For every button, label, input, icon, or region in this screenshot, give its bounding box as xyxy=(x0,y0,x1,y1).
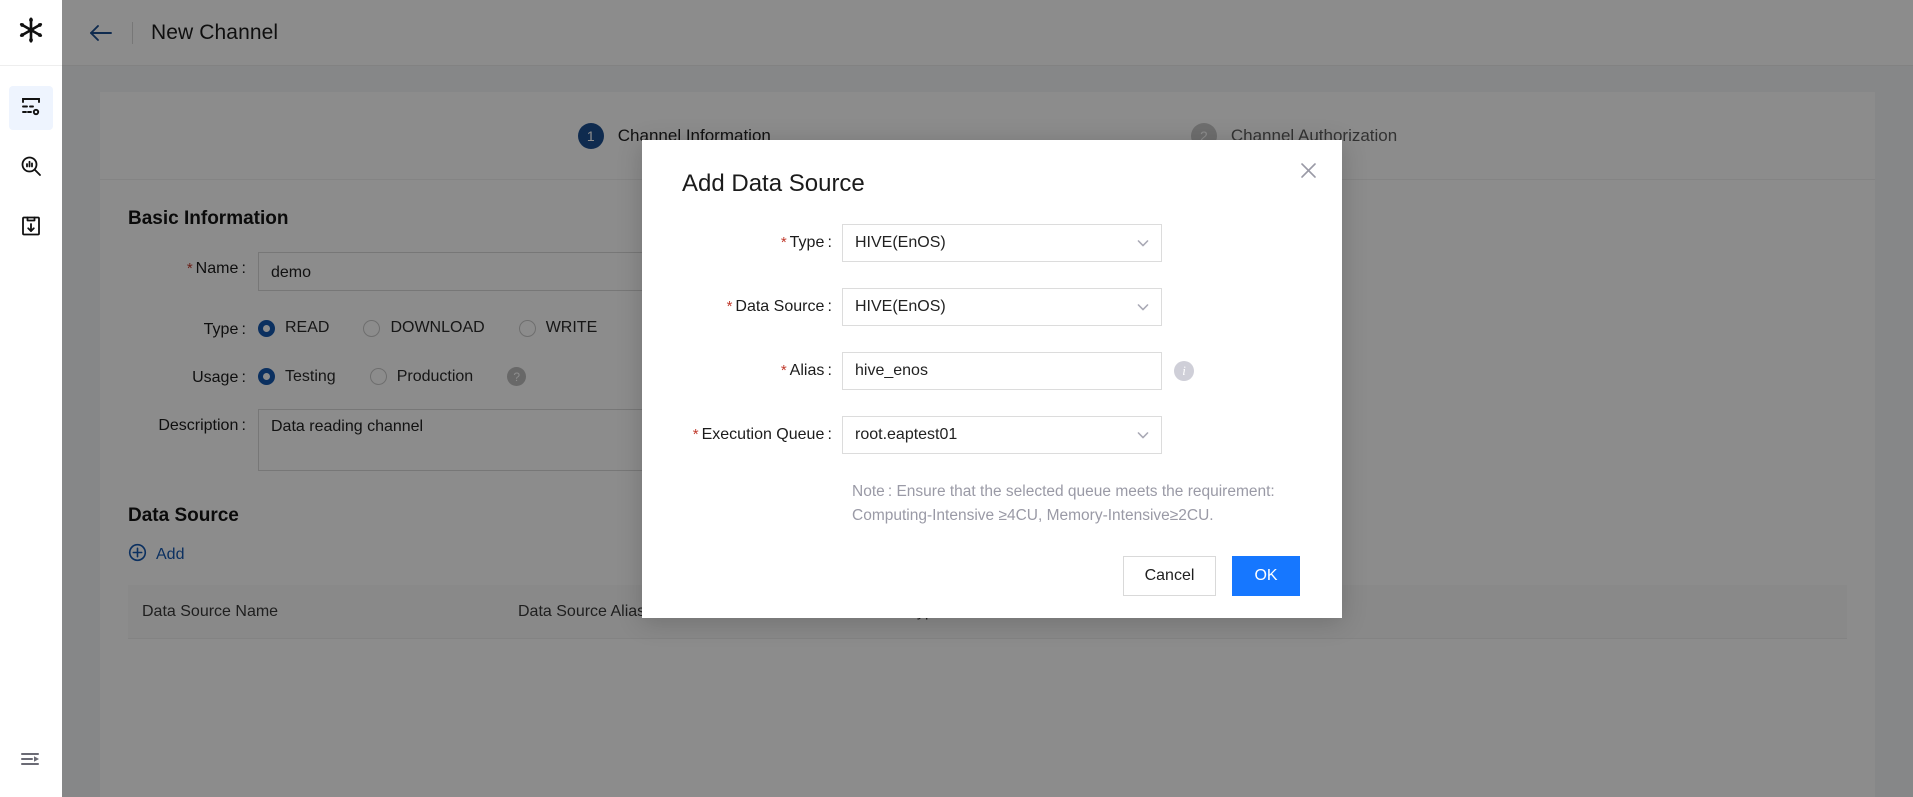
dialog-actions: Cancel OK xyxy=(642,556,1300,597)
dialog-alias-input[interactable]: hive_enos xyxy=(842,352,1162,390)
required-asterisk: * xyxy=(780,362,787,379)
dialog-type-label: * Type : xyxy=(642,234,842,252)
dialog-data-source-select[interactable]: HIVE(EnOS) xyxy=(842,288,1162,326)
sidebar-collapse-button[interactable] xyxy=(0,727,62,797)
cancel-button[interactable]: Cancel xyxy=(1123,556,1216,597)
data-export-icon xyxy=(19,214,43,243)
dialog-row-alias: * Alias : hive_enos i xyxy=(642,352,1342,390)
data-export-pill xyxy=(9,206,53,250)
ok-button[interactable]: OK xyxy=(1232,556,1300,597)
dialog-execution-queue-select[interactable]: root.eaptest01 xyxy=(842,416,1162,454)
dialog-alias-label: * Alias : xyxy=(642,362,842,380)
close-x-icon[interactable] xyxy=(1296,158,1320,182)
chevron-down-icon xyxy=(1136,300,1150,314)
rail-item-list xyxy=(0,66,62,258)
dialog-row-type: * Type : HIVE(EnOS) xyxy=(642,224,1342,262)
dialog-type-value: HIVE(EnOS) xyxy=(855,234,946,251)
app-logo xyxy=(0,0,62,66)
required-asterisk: * xyxy=(780,234,787,251)
sidebar-item-data-export[interactable] xyxy=(0,198,62,258)
dialog-data-source-label: * Data Source : xyxy=(642,298,842,316)
dialog-type-label-text: Type : xyxy=(789,234,832,251)
app-root: New Channel 1 Channel Information 2 Chan… xyxy=(0,0,1913,797)
channel-config-icon xyxy=(19,94,43,123)
add-data-source-dialog: Add Data Source * Type : HIVE(EnOS) * Data… xyxy=(642,140,1342,619)
chevron-down-icon xyxy=(1136,236,1150,250)
dialog-title: Add Data Source xyxy=(682,170,865,197)
dialog-row-execution-queue: * Execution Queue : root.eaptest01 xyxy=(642,416,1342,454)
dialog-execution-queue-label-text: Execution Queue : xyxy=(701,426,832,443)
chevron-down-icon xyxy=(1136,428,1150,442)
sidebar-item-data-search[interactable] xyxy=(0,138,62,198)
required-asterisk: * xyxy=(692,426,699,443)
collapse-menu-icon xyxy=(19,748,43,777)
dialog-execution-queue-value: root.eaptest01 xyxy=(855,426,958,443)
dialog-data-source-label-text: Data Source : xyxy=(735,298,832,315)
dialog-data-source-value: HIVE(EnOS) xyxy=(855,298,946,315)
data-search-icon xyxy=(19,154,43,183)
info-circle-icon[interactable]: i xyxy=(1174,361,1194,381)
left-nav-rail xyxy=(0,0,62,797)
required-asterisk: * xyxy=(726,298,733,315)
dialog-note: Note : Ensure that the selected queue me… xyxy=(852,483,1275,525)
dialog-alias-label-text: Alias : xyxy=(789,362,832,379)
channel-pill xyxy=(9,86,53,130)
dialog-row-data-source: * Data Source : HIVE(EnOS) xyxy=(642,288,1342,326)
dialog-execution-queue-label: * Execution Queue : xyxy=(642,426,842,444)
data-search-pill xyxy=(9,146,53,190)
dialog-type-select[interactable]: HIVE(EnOS) xyxy=(842,224,1162,262)
dialog-alias-value: hive_enos xyxy=(855,362,928,379)
sidebar-item-channel[interactable] xyxy=(0,78,62,138)
asterisk-logo-icon xyxy=(16,15,46,50)
